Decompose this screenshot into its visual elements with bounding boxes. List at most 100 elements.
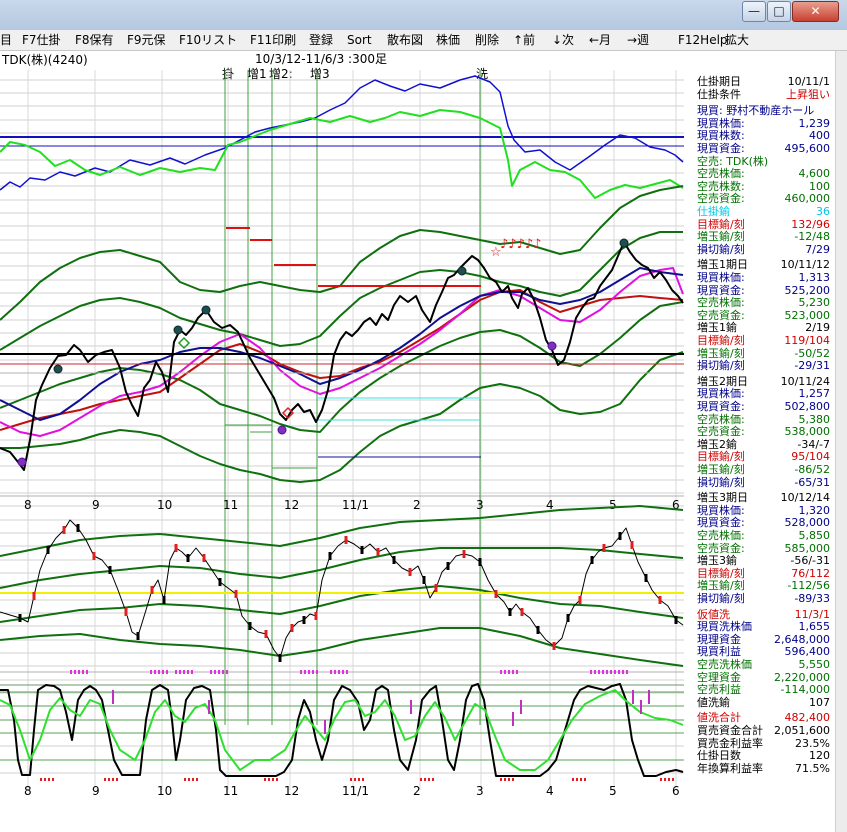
minimize-button[interactable]: — [742, 1, 766, 22]
panel-value: 5,850 [798, 529, 831, 542]
close-button[interactable]: ✕ [792, 1, 839, 22]
panel-value: 2,220,000 [774, 670, 830, 684]
panel-value: 5,550 [798, 658, 831, 671]
signal-bar [112, 690, 114, 704]
maximize-button[interactable]: □ [767, 1, 791, 22]
menu-item-8[interactable]: 散布図 [387, 32, 423, 48]
signal-tick [330, 670, 332, 674]
menu-item-12[interactable]: ↓次 [552, 32, 574, 48]
panel-value: 1,320 [798, 503, 831, 517]
panel-row: 仕掛期日 10/11/1 [692, 75, 842, 88]
menu-item-14[interactable]: →週 [627, 32, 649, 48]
signal-tick [184, 778, 186, 781]
panel-label: 仕掛鍮 [697, 205, 730, 218]
panel-row: 現買株価: 1,313 [692, 271, 842, 284]
signal-tick [218, 670, 220, 674]
signal-tick [82, 670, 84, 674]
menu-item-13[interactable]: ←月 [589, 32, 611, 48]
menu-item-9[interactable]: 株価 [436, 32, 460, 48]
panel-label: 現買資金: [697, 283, 745, 297]
panel-value: 2,051,600 [774, 724, 830, 737]
x-tick-label: 3 [476, 498, 484, 512]
vertical-scrollbar[interactable] [835, 51, 847, 832]
series-line-ratio [0, 109, 684, 199]
signal-tick [618, 670, 620, 674]
panel-label: 空売資金: [697, 308, 745, 322]
candle-mark [376, 548, 380, 556]
panel-label: 仕掛条件 [697, 87, 741, 101]
panel-value: 132/96 [791, 217, 830, 231]
panel-label: 年換算利益率 [697, 761, 763, 775]
signal-tick [268, 778, 270, 781]
panel-label: 増玉1期日 [697, 258, 748, 272]
menu-item-4[interactable]: F10リスト [179, 32, 237, 48]
panel-row: 現買利益 596,400 [692, 645, 842, 658]
candle-mark [186, 554, 190, 562]
candle-mark [508, 608, 512, 616]
panel-value: 1,313 [798, 271, 831, 284]
signal-tick [210, 670, 212, 674]
signal-tick [500, 778, 502, 781]
panel-label: 現買株価: [697, 387, 745, 401]
menu-item-10[interactable]: 削除 [475, 32, 499, 48]
signal-tick [183, 670, 185, 674]
signal-tick [162, 670, 164, 674]
panel-row: 現買株数: 400 [692, 129, 842, 142]
panel-row: 損切鍮/刻 -65/31 [692, 476, 842, 489]
menu-item-0[interactable]: 目 [0, 32, 12, 48]
candle-mark [578, 596, 582, 604]
panel-value: 495,600 [784, 142, 831, 155]
panel-value: 460,000 [784, 192, 831, 206]
candle-mark [302, 616, 306, 624]
panel-row: 値洗合計 482,400 [692, 711, 842, 724]
candle-mark [494, 590, 498, 598]
panel-row: 現買資金: 528,000 [692, 516, 842, 529]
signal-dot [277, 425, 287, 435]
panel-row: 増玉3期日 10/12/14 [692, 491, 842, 504]
signal-tick [626, 670, 628, 674]
signal-tick [420, 778, 422, 781]
signal-tick [40, 778, 42, 781]
panel-row: 買売金利益率 23.5% [692, 737, 842, 750]
menu-item-1[interactable]: F7仕掛 [22, 32, 61, 48]
panel-row: 空売洗株価 5,550 [692, 658, 842, 671]
panel-value: -50/52 [794, 346, 830, 360]
panel-label: 増玉3期日 [697, 491, 748, 505]
signal-tick [154, 670, 156, 674]
menu-item-16[interactable]: 拡大 [725, 32, 749, 48]
signal-tick [116, 778, 118, 781]
menu-item-5[interactable]: F11印刷 [250, 32, 296, 48]
signal-tick [264, 778, 266, 781]
signal-tick [304, 670, 306, 674]
menu-item-15[interactable]: F12Help [678, 32, 728, 48]
panel-label: 買売資金合計 [697, 724, 763, 737]
panel-label: 空売: TDK(株) [697, 154, 769, 168]
signal-notes: ♪♪♪♪♪ [500, 237, 541, 252]
signal-tick [660, 778, 662, 781]
signal-tick [350, 778, 352, 781]
panel-row: 空理資金 2,220,000 [692, 671, 842, 684]
candle-mark [314, 612, 318, 620]
signal-tick [354, 778, 356, 781]
panel-row: 空売: TDK(株) [692, 155, 842, 168]
panel-row: 空売資金: 460,000 [692, 192, 842, 205]
panel-value: 538,000 [784, 425, 831, 439]
menu-item-6[interactable]: 登録 [309, 32, 333, 48]
menu-item-3[interactable]: F9元保 [127, 32, 166, 48]
signal-tick [614, 670, 616, 674]
menu-item-2[interactable]: F8保有 [75, 32, 114, 48]
signal-bar [512, 712, 514, 726]
panel-row: 増玉1期日 10/11/12 [692, 258, 842, 271]
signal-tick [358, 778, 360, 781]
menu-item-7[interactable]: Sort [347, 32, 372, 48]
menu-item-11[interactable]: ↑前 [513, 32, 535, 48]
signal-tick [516, 670, 518, 674]
panel-row: 現理資金 2,648,000 [692, 633, 842, 646]
candle-mark [32, 592, 36, 600]
signal-tick [308, 670, 310, 674]
panel-row: 仕掛条件 上昇狙い [692, 88, 842, 101]
panel-value: 596,400 [784, 645, 831, 659]
signal-tick [342, 670, 344, 674]
x-tick-label: 8 [24, 784, 32, 798]
panel-label: 空売洗株価 [697, 658, 752, 671]
